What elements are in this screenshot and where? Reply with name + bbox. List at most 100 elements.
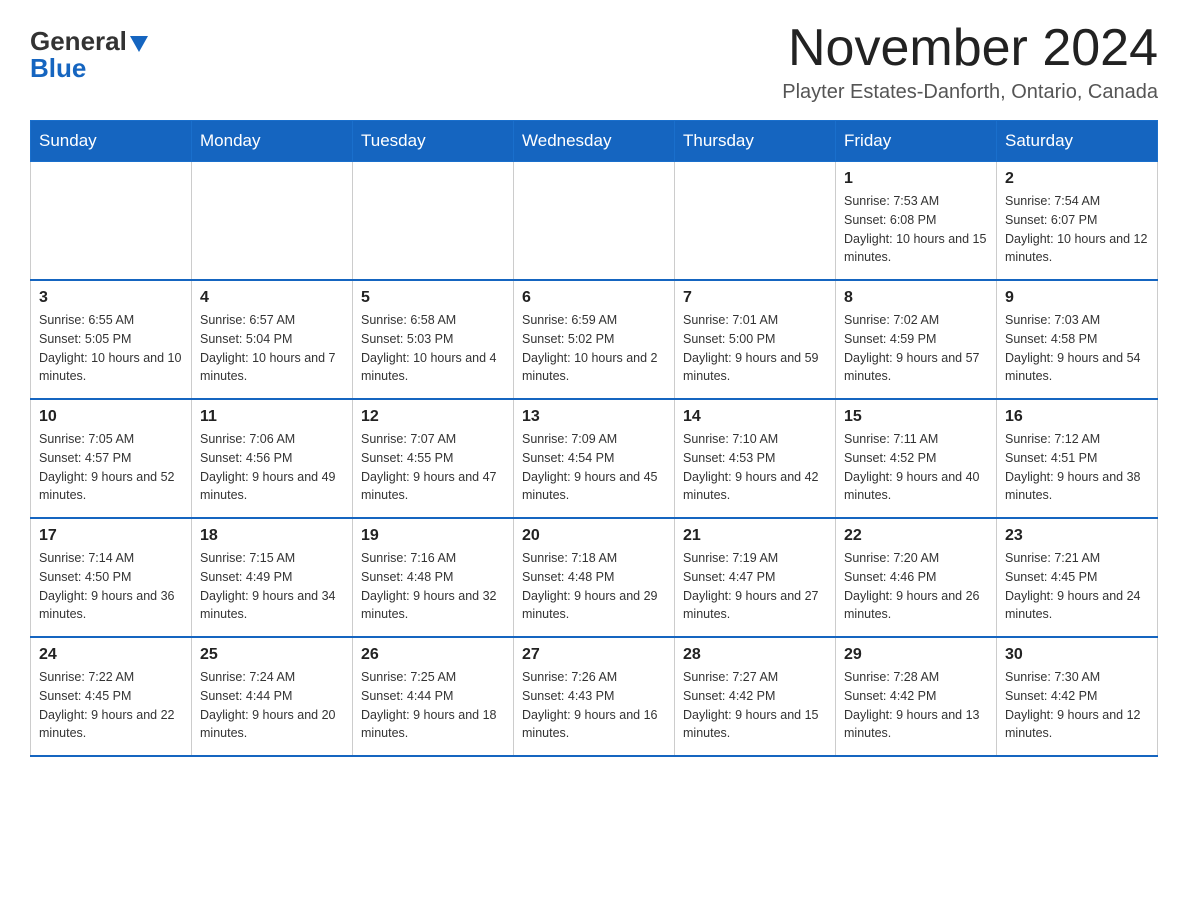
day-info: Sunrise: 6:58 AM Sunset: 5:03 PM Dayligh…	[361, 311, 505, 386]
calendar-cell-w1-d3	[514, 162, 675, 281]
day-info: Sunrise: 7:15 AM Sunset: 4:49 PM Dayligh…	[200, 549, 344, 624]
calendar-cell-w3-d4: 14Sunrise: 7:10 AM Sunset: 4:53 PM Dayli…	[675, 399, 836, 518]
day-number: 27	[522, 646, 666, 664]
day-number: 19	[361, 527, 505, 545]
calendar-cell-w2-d6: 9 Sunrise: 7:03 AM Sunset: 4:58 PM Daylig…	[997, 280, 1158, 399]
calendar-cell-w5-d6: 30 Sunrise: 7:30 AM Sunset: 4:42 PM Dayli…	[997, 637, 1158, 756]
day-number: 3	[39, 289, 183, 307]
day-number: 13	[522, 408, 666, 426]
day-number: 20	[522, 527, 666, 545]
calendar-cell-w1-d0	[31, 162, 192, 281]
calendar-table: Sunday Monday Tuesday Wednesday Thursday…	[30, 120, 1158, 757]
calendar-cell-w5-d1: 25 Sunrise: 7:24 AM Sunset: 4:44 PM Dayli…	[192, 637, 353, 756]
header-sunday: Sunday	[31, 121, 192, 162]
calendar-cell-w4-d0: 17Sunrise: 7:14 AM Sunset: 4:50 PM Dayli…	[31, 518, 192, 637]
day-info: Sunrise: 7:30 AM Sunset: 4:42 PM Dayligh…	[1005, 668, 1149, 743]
day-info: Sunrise: 6:55 AM Sunset: 5:05 PM Dayligh…	[39, 311, 183, 386]
day-number: 6	[522, 289, 666, 307]
day-info: Sunrise: 7:01 AM Sunset: 5:00 PM Dayligh…	[683, 311, 827, 386]
header-tuesday: Tuesday	[353, 121, 514, 162]
header-saturday: Saturday	[997, 121, 1158, 162]
logo-blue: Blue	[30, 53, 86, 84]
calendar-cell-w2-d5: 8 Sunrise: 7:02 AM Sunset: 4:59 PM Daylig…	[836, 280, 997, 399]
calendar-cell-w3-d3: 13 Sunrise: 7:09 AM Sunset: 4:54 PM Dayli…	[514, 399, 675, 518]
day-info: Sunrise: 7:03 AM Sunset: 4:58 PM Dayligh…	[1005, 311, 1149, 386]
day-info: Sunrise: 7:09 AM Sunset: 4:54 PM Dayligh…	[522, 430, 666, 505]
page-header: General Blue November 2024 Playter Estat…	[30, 20, 1158, 104]
calendar-cell-w5-d3: 27 Sunrise: 7:26 AM Sunset: 4:43 PM Dayli…	[514, 637, 675, 756]
day-info: Sunrise: 6:59 AM Sunset: 5:02 PM Dayligh…	[522, 311, 666, 386]
calendar-cell-w5-d0: 24Sunrise: 7:22 AM Sunset: 4:45 PM Dayli…	[31, 637, 192, 756]
calendar-week-5: 24Sunrise: 7:22 AM Sunset: 4:45 PM Dayli…	[31, 637, 1158, 756]
day-info: Sunrise: 7:11 AM Sunset: 4:52 PM Dayligh…	[844, 430, 988, 505]
calendar-cell-w2-d3: 6 Sunrise: 6:59 AM Sunset: 5:02 PM Daylig…	[514, 280, 675, 399]
day-number: 28	[683, 646, 827, 664]
day-number: 25	[200, 646, 344, 664]
calendar-cell-w1-d5: 1 Sunrise: 7:53 AM Sunset: 6:08 PM Daylig…	[836, 162, 997, 281]
header-thursday: Thursday	[675, 121, 836, 162]
calendar-cell-w3-d1: 11 Sunrise: 7:06 AM Sunset: 4:56 PM Dayli…	[192, 399, 353, 518]
calendar-cell-w4-d4: 21 Sunrise: 7:19 AM Sunset: 4:47 PM Dayli…	[675, 518, 836, 637]
calendar-cell-w4-d3: 20 Sunrise: 7:18 AM Sunset: 4:48 PM Dayli…	[514, 518, 675, 637]
day-info: Sunrise: 7:22 AM Sunset: 4:45 PM Dayligh…	[39, 668, 183, 743]
logo-triangle-icon	[130, 36, 148, 52]
calendar-week-4: 17Sunrise: 7:14 AM Sunset: 4:50 PM Dayli…	[31, 518, 1158, 637]
day-number: 29	[844, 646, 988, 664]
calendar-cell-w5-d5: 29 Sunrise: 7:28 AM Sunset: 4:42 PM Dayli…	[836, 637, 997, 756]
day-number: 16	[1005, 408, 1149, 426]
day-number: 21	[683, 527, 827, 545]
calendar-cell-w3-d5: 15Sunrise: 7:11 AM Sunset: 4:52 PM Dayli…	[836, 399, 997, 518]
day-info: Sunrise: 7:21 AM Sunset: 4:45 PM Dayligh…	[1005, 549, 1149, 624]
calendar-cell-w2-d1: 4 Sunrise: 6:57 AM Sunset: 5:04 PM Daylig…	[192, 280, 353, 399]
day-info: Sunrise: 7:05 AM Sunset: 4:57 PM Dayligh…	[39, 430, 183, 505]
day-info: Sunrise: 7:26 AM Sunset: 4:43 PM Dayligh…	[522, 668, 666, 743]
day-info: Sunrise: 7:16 AM Sunset: 4:48 PM Dayligh…	[361, 549, 505, 624]
calendar-week-3: 10 Sunrise: 7:05 AM Sunset: 4:57 PM Dayli…	[31, 399, 1158, 518]
day-info: Sunrise: 7:06 AM Sunset: 4:56 PM Dayligh…	[200, 430, 344, 505]
day-number: 2	[1005, 170, 1149, 188]
calendar-cell-w4-d5: 22Sunrise: 7:20 AM Sunset: 4:46 PM Dayli…	[836, 518, 997, 637]
calendar-cell-w3-d0: 10 Sunrise: 7:05 AM Sunset: 4:57 PM Dayli…	[31, 399, 192, 518]
day-number: 22	[844, 527, 988, 545]
day-number: 18	[200, 527, 344, 545]
calendar-cell-w2-d0: 3 Sunrise: 6:55 AM Sunset: 5:05 PM Daylig…	[31, 280, 192, 399]
calendar-cell-w4-d2: 19 Sunrise: 7:16 AM Sunset: 4:48 PM Dayli…	[353, 518, 514, 637]
day-info: Sunrise: 7:12 AM Sunset: 4:51 PM Dayligh…	[1005, 430, 1149, 505]
day-number: 9	[1005, 289, 1149, 307]
calendar-cell-w5-d4: 28 Sunrise: 7:27 AM Sunset: 4:42 PM Dayli…	[675, 637, 836, 756]
header-wednesday: Wednesday	[514, 121, 675, 162]
day-info: Sunrise: 7:27 AM Sunset: 4:42 PM Dayligh…	[683, 668, 827, 743]
day-info: Sunrise: 7:24 AM Sunset: 4:44 PM Dayligh…	[200, 668, 344, 743]
day-info: Sunrise: 7:07 AM Sunset: 4:55 PM Dayligh…	[361, 430, 505, 505]
day-info: Sunrise: 7:53 AM Sunset: 6:08 PM Dayligh…	[844, 192, 988, 267]
day-number: 8	[844, 289, 988, 307]
logo: General Blue	[30, 20, 148, 84]
calendar-cell-w1-d1	[192, 162, 353, 281]
day-number: 11	[200, 408, 344, 426]
day-number: 4	[200, 289, 344, 307]
calendar-cell-w1-d6: 2Sunrise: 7:54 AM Sunset: 6:07 PM Daylig…	[997, 162, 1158, 281]
calendar-cell-w4-d6: 23 Sunrise: 7:21 AM Sunset: 4:45 PM Dayli…	[997, 518, 1158, 637]
day-info: Sunrise: 7:19 AM Sunset: 4:47 PM Dayligh…	[683, 549, 827, 624]
calendar-cell-w1-d4	[675, 162, 836, 281]
day-number: 26	[361, 646, 505, 664]
calendar-week-1: 1 Sunrise: 7:53 AM Sunset: 6:08 PM Daylig…	[31, 162, 1158, 281]
month-year-title: November 2024	[782, 20, 1158, 77]
title-area: November 2024 Playter Estates-Danforth, …	[782, 20, 1158, 104]
day-info: Sunrise: 7:02 AM Sunset: 4:59 PM Dayligh…	[844, 311, 988, 386]
day-number: 23	[1005, 527, 1149, 545]
calendar-cell-w3-d6: 16 Sunrise: 7:12 AM Sunset: 4:51 PM Dayli…	[997, 399, 1158, 518]
day-info: Sunrise: 7:25 AM Sunset: 4:44 PM Dayligh…	[361, 668, 505, 743]
day-number: 1	[844, 170, 988, 188]
calendar-cell-w4-d1: 18 Sunrise: 7:15 AM Sunset: 4:49 PM Dayli…	[192, 518, 353, 637]
day-info: Sunrise: 7:14 AM Sunset: 4:50 PM Dayligh…	[39, 549, 183, 624]
header-friday: Friday	[836, 121, 997, 162]
day-number: 30	[1005, 646, 1149, 664]
day-number: 10	[39, 408, 183, 426]
location-subtitle: Playter Estates-Danforth, Ontario, Canad…	[782, 81, 1158, 104]
day-info: Sunrise: 6:57 AM Sunset: 5:04 PM Dayligh…	[200, 311, 344, 386]
day-info: Sunrise: 7:18 AM Sunset: 4:48 PM Dayligh…	[522, 549, 666, 624]
header-monday: Monday	[192, 121, 353, 162]
day-info: Sunrise: 7:28 AM Sunset: 4:42 PM Dayligh…	[844, 668, 988, 743]
calendar-cell-w3-d2: 12Sunrise: 7:07 AM Sunset: 4:55 PM Dayli…	[353, 399, 514, 518]
